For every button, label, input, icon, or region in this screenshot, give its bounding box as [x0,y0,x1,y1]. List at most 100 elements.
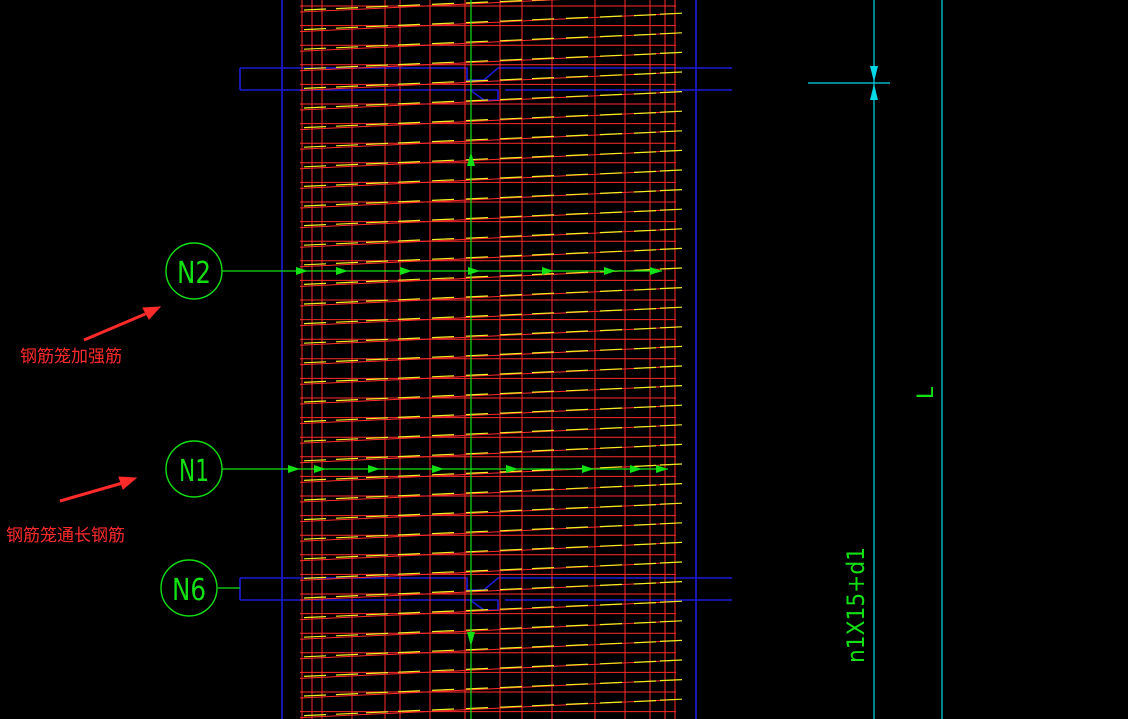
hoop-tick [659,463,683,466]
hoop-tick [599,309,623,312]
hoop-tick [431,649,455,652]
hoop-tick [659,51,683,54]
hoop-tick [303,459,327,462]
hoop-tick [633,582,657,585]
hoop-tick [599,681,623,684]
hoop-tick [659,267,683,270]
hoop-tick [599,191,623,194]
hoop-tick [431,336,455,339]
hoop-tick [659,345,683,348]
hoop-tick [659,110,683,113]
hoop-tick [633,14,657,17]
hoop-tick [431,434,455,437]
hoop-tick [633,72,657,75]
hoop-tick [303,557,327,560]
hoop-tick [335,359,359,362]
leader-arrowhead [432,465,444,473]
hoop-tick [633,543,657,546]
callout-n2[interactable]: N2 [165,242,223,300]
hoop-tick [431,571,455,574]
hoop-tick [303,498,327,501]
hoop-tick [335,693,359,696]
leader-arrowhead [336,267,348,275]
hoop-tick [659,424,683,427]
hoop-tick [659,247,683,250]
hoop-tick [599,642,623,645]
hoop-tick [335,536,359,539]
hoop-tick [303,106,327,109]
hoop-tick [599,446,623,449]
hoop-tick [303,263,327,266]
callout-n1[interactable]: N1 [165,440,223,498]
hoop-tick [431,551,455,554]
hoop-tick [633,660,657,663]
hoop-tick [633,190,657,193]
hoop-tick [633,445,657,448]
hoop-tick [599,348,623,351]
hoop-tick [335,163,359,166]
hoop-tick [303,694,327,697]
hoop-tick [431,238,455,241]
dimension-spacing-formula: n1X15+d1 [842,547,870,663]
hoop-tick [633,151,657,154]
hoop-tick [335,634,359,637]
hoop-tick [599,74,623,77]
hoop-tick [633,131,657,134]
callout-n6[interactable]: N6 [160,559,218,617]
hoop-tick [335,673,359,676]
hoop-tick [431,473,455,476]
hoop-tick [431,100,455,103]
hoop-tick [599,329,623,332]
hoop-tick [431,257,455,260]
hoop-tick [303,243,327,246]
hoop-tick [303,145,327,148]
hoop-tick [633,680,657,683]
hoop-tick [599,250,623,253]
hoop-tick [633,170,657,173]
hoop-tick [659,639,683,642]
leader-arrowhead [582,465,594,473]
hoop-tick [431,61,455,64]
hoop-tick [335,438,359,441]
hoop-tick [335,46,359,49]
hoop-tick [659,483,683,486]
hoop-tick [431,179,455,182]
hoop-tick [659,326,683,329]
hoop-tick [303,537,327,540]
leader-arrowhead [368,465,380,473]
cad-drawing-canvas[interactable]: N2 N1 N6 L n1X15+d1 [0,0,1128,719]
longitudinal-rebars [301,0,676,719]
hoop-tick [335,144,359,147]
hoop-tick [303,674,327,677]
hoop-tick [431,277,455,280]
annotation-longitudinal-bar: 钢筋笼通长钢筋 [6,526,125,546]
hoop-tick [431,120,455,123]
hoop-tick [431,375,455,378]
hoop-tick [335,555,359,558]
hoop-tick [335,516,359,519]
hoop-tick [431,394,455,397]
callout-n6-label: N6 [172,573,206,608]
hoop-tick [431,159,455,162]
hoop-tick [335,418,359,421]
hoop-tick [303,302,327,305]
hoop-tick [599,485,623,488]
leader-arrowhead [650,267,662,275]
dimension-length-label: L [914,386,939,399]
hoop-tick [659,287,683,290]
hoop-tick [659,130,683,133]
hoop-tick [659,561,683,564]
hoop-tick [303,322,327,325]
hoop-tick [659,12,683,15]
hoop-tick [659,189,683,192]
hoop-tick [659,541,683,544]
hoop-tick [431,22,455,25]
hoop-tick [303,420,327,423]
hoop-tick [335,261,359,264]
hoop-tick [431,669,455,672]
hoop-tick [599,54,623,57]
hoop-tick [599,525,623,528]
hoop-tick [659,208,683,211]
hoop-tick [599,172,623,175]
hoop-tick [335,575,359,578]
